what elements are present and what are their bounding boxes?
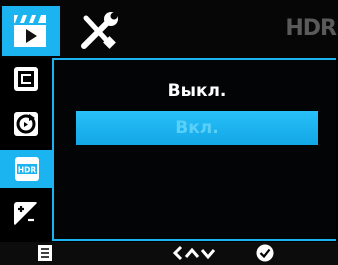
camera-menu-screen: HDR HDR Выкл. Вкл. xyxy=(0,0,338,265)
sidebar-item-exposure[interactable] xyxy=(4,195,46,233)
option-on-label: Вкл. xyxy=(175,118,219,138)
sidebar-item-photo-stack[interactable] xyxy=(4,60,46,98)
bottom-bar xyxy=(0,242,338,265)
option-on[interactable]: Вкл. xyxy=(76,111,318,145)
exposure-icon xyxy=(14,202,38,226)
sidebar-item-hdr[interactable]: HDR xyxy=(0,150,52,188)
option-off[interactable]: Выкл. xyxy=(76,74,318,108)
loop-record-icon xyxy=(14,112,38,136)
photo-stack-icon xyxy=(14,67,38,91)
sidebar-item-loop-record[interactable] xyxy=(4,105,46,143)
tools-icon xyxy=(81,12,118,49)
top-tab-bar: HDR xyxy=(0,0,338,58)
back-up-down-icon[interactable] xyxy=(172,245,218,265)
option-off-label: Выкл. xyxy=(167,81,227,101)
hdr-icon-label: HDR xyxy=(18,166,37,175)
options-panel: Выкл. Вкл. xyxy=(52,58,336,241)
tab-video[interactable] xyxy=(2,6,60,56)
menu-icon[interactable] xyxy=(38,245,52,265)
hdr-icon: HDR xyxy=(15,157,39,181)
tab-settings[interactable] xyxy=(70,6,128,56)
header-title: HDR xyxy=(285,16,337,41)
sidebar: HDR xyxy=(0,58,52,240)
video-camera-icon xyxy=(14,15,46,47)
checkmark-icon[interactable] xyxy=(256,244,274,265)
